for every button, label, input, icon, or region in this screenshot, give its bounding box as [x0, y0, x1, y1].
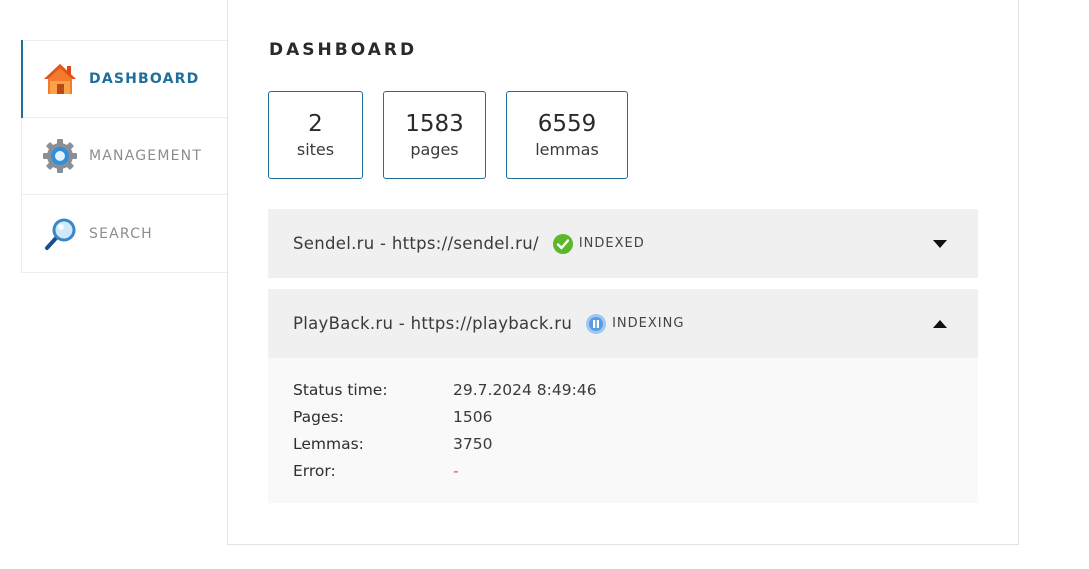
chevron-down-icon[interactable] — [932, 239, 948, 249]
detail-row-status-time: Status time: 29.7.2024 8:49:46 — [293, 376, 953, 403]
sites-list: Sendel.ru - https://sendel.ru/ INDEXED P… — [268, 209, 978, 503]
site-name: PlayBack.ru - https://playback.ru — [293, 314, 573, 333]
site-header-toggle[interactable]: PlayBack.ru - https://playback.ru INDEXI… — [268, 289, 978, 358]
detail-value: 29.7.2024 8:49:46 — [453, 380, 597, 399]
error-value: - — [453, 461, 459, 480]
page-title: DASHBOARD — [269, 40, 418, 60]
stats-row: 2 sites 1583 pages 6559 lemmas — [268, 91, 628, 179]
stat-card-sites: 2 sites — [268, 91, 363, 179]
detail-row-error: Error: - — [293, 457, 953, 484]
sidebar-item-management[interactable]: MANAGEMENT — [22, 118, 227, 195]
sidebar: DASHBOARD MANAGEMENT SEARCH — [21, 40, 227, 273]
gear-icon — [43, 139, 77, 173]
stat-card-lemmas: 6559 lemmas — [506, 91, 628, 179]
sidebar-item-label: SEARCH — [89, 225, 153, 242]
detail-label: Lemmas: — [293, 434, 364, 453]
stat-label: pages — [410, 140, 459, 159]
detail-value: 1506 — [453, 407, 493, 426]
pause-icon — [586, 313, 607, 334]
site-details: Status time: 29.7.2024 8:49:46 Pages: 15… — [268, 358, 978, 503]
detail-row-lemmas: Lemmas: 3750 — [293, 430, 953, 457]
detail-row-pages: Pages: 1506 — [293, 403, 953, 430]
stat-card-pages: 1583 pages — [383, 91, 486, 179]
stat-value: 1583 — [405, 111, 464, 137]
sidebar-item-label: DASHBOARD — [89, 71, 200, 87]
stat-label: sites — [296, 140, 335, 159]
status-text: INDEXED — [578, 236, 645, 251]
site-item: Sendel.ru - https://sendel.ru/ INDEXED — [268, 209, 978, 278]
sidebar-item-dashboard[interactable]: DASHBOARD — [21, 40, 227, 118]
magnifier-icon — [45, 218, 76, 250]
stat-label: lemmas — [535, 140, 599, 159]
detail-label: Error: — [293, 461, 336, 480]
status-text: INDEXING — [612, 316, 685, 331]
home-icon — [44, 64, 76, 94]
status-badge: INDEXED — [552, 233, 645, 254]
detail-label: Pages: — [293, 407, 344, 426]
status-badge: INDEXING — [586, 313, 685, 334]
site-item: PlayBack.ru - https://playback.ru INDEXI… — [268, 289, 978, 503]
chevron-up-icon[interactable] — [932, 319, 948, 329]
dashboard-panel: DASHBOARD 2 sites 1583 pages 6559 lemmas… — [227, 0, 1019, 545]
stat-value: 2 — [308, 111, 323, 137]
site-name: Sendel.ru - https://sendel.ru/ — [293, 234, 539, 253]
detail-label: Status time: — [293, 380, 388, 399]
sidebar-item-search[interactable]: SEARCH — [22, 195, 227, 272]
check-icon — [552, 233, 573, 254]
stat-value: 6559 — [537, 111, 597, 137]
detail-value: 3750 — [453, 434, 493, 453]
sidebar-item-label: MANAGEMENT — [89, 148, 203, 164]
site-header-toggle[interactable]: Sendel.ru - https://sendel.ru/ INDEXED — [268, 209, 978, 278]
